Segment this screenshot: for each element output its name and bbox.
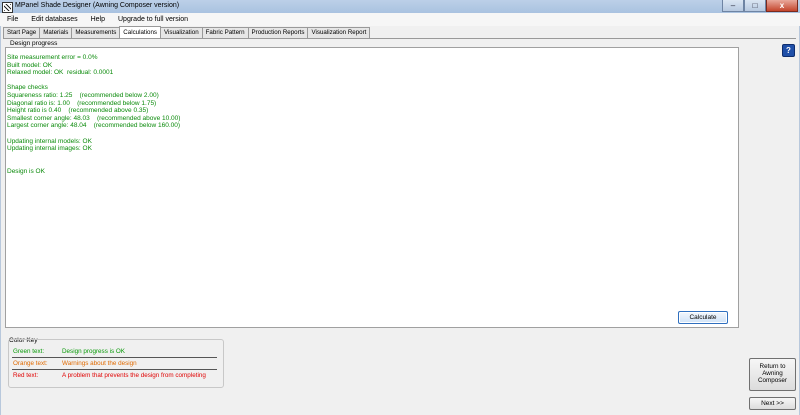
window-controls: – □ x: [722, 0, 798, 12]
progress-line: Largest corner angle: 48.04 (recommended…: [7, 122, 181, 130]
maximize-button[interactable]: □: [744, 0, 766, 12]
progress-line: Height ratio is 0.40 (recommended above …: [7, 107, 149, 115]
tab-start-page[interactable]: Start Page: [3, 27, 41, 38]
return-button-label: Return to Awning Composer: [757, 363, 788, 384]
color-key-row-orange: Orange text: Warnings about the design: [12, 359, 217, 370]
menu-upgrade[interactable]: Upgrade to full version: [111, 16, 194, 23]
progress-line: Smallest corner angle: 48.03 (recommende…: [7, 114, 181, 122]
minimize-button[interactable]: –: [722, 0, 744, 12]
close-button[interactable]: x: [766, 0, 798, 12]
window-border-left: [0, 13, 1, 415]
color-key-box: Green text: Design progress is OK Orange…: [8, 339, 224, 388]
progress-line: Squareness ratio: 1.25 (recommended belo…: [7, 91, 159, 99]
tab-visualization[interactable]: Visualization: [160, 27, 203, 38]
tab-calculations[interactable]: Calculations: [119, 26, 162, 38]
progress-line: Updating internal images: OK: [7, 145, 92, 153]
app-icon[interactable]: [2, 2, 13, 13]
color-key-description: Warnings about the design: [62, 360, 137, 367]
progress-line: [7, 77, 707, 85]
progress-line: [7, 153, 707, 161]
color-key-description: Design progress is OK: [62, 348, 125, 355]
tab-fabric-pattern[interactable]: Fabric Pattern: [201, 27, 249, 38]
return-to-awning-composer-button[interactable]: Return to Awning Composer: [749, 358, 796, 391]
menu-file[interactable]: File: [0, 16, 24, 23]
tab-materials[interactable]: Materials: [39, 27, 73, 38]
color-key-name: Orange text:: [13, 360, 48, 367]
color-key-description: A problem that prevents the design from …: [62, 372, 206, 379]
progress-line: Design is OK: [7, 167, 45, 175]
tab-measurements[interactable]: Measurements: [71, 27, 121, 38]
progress-line: Shape checks: [7, 84, 48, 92]
title-bar[interactable]: MPanel Shade Designer (Awning Composer v…: [0, 0, 800, 14]
tab-strip: Start Page Materials Measurements Calcul…: [3, 26, 371, 38]
progress-line: Updating internal models: OK: [7, 137, 92, 145]
menu-bar: File Edit databases Help Upgrade to full…: [0, 13, 800, 26]
design-progress-text: Site measurement error = 0.0% Built model…: [7, 54, 707, 176]
progress-line: Relaxed model: OK residual: 0.0001: [7, 69, 114, 77]
tab-visualization-report[interactable]: Visualization Report: [307, 27, 371, 38]
progress-line: Site measurement error = 0.0%: [7, 54, 98, 61]
next-button[interactable]: Next >>: [749, 397, 796, 410]
color-key-name: Green text:: [13, 348, 45, 355]
progress-line: Built model: OK: [7, 61, 53, 69]
calculate-button[interactable]: Calculate: [678, 311, 728, 324]
tab-divider: [3, 38, 796, 39]
design-progress-label: Design progress: [10, 40, 58, 47]
progress-line: Diagonal ratio is: 1.00 (recommended bel…: [7, 99, 157, 107]
progress-line: [7, 130, 707, 138]
menu-help[interactable]: Help: [84, 16, 111, 23]
progress-line: [7, 160, 707, 168]
menu-edit-databases[interactable]: Edit databases: [24, 16, 83, 23]
tab-production-reports[interactable]: Production Reports: [247, 27, 309, 38]
color-key-row-red: Red text: A problem that prevents the de…: [12, 371, 217, 381]
color-key-row-green: Green text: Design progress is OK: [12, 347, 217, 358]
window-title: MPanel Shade Designer (Awning Composer v…: [15, 2, 180, 9]
help-icon[interactable]: ?: [782, 44, 795, 57]
color-key-name: Red text:: [13, 372, 39, 379]
